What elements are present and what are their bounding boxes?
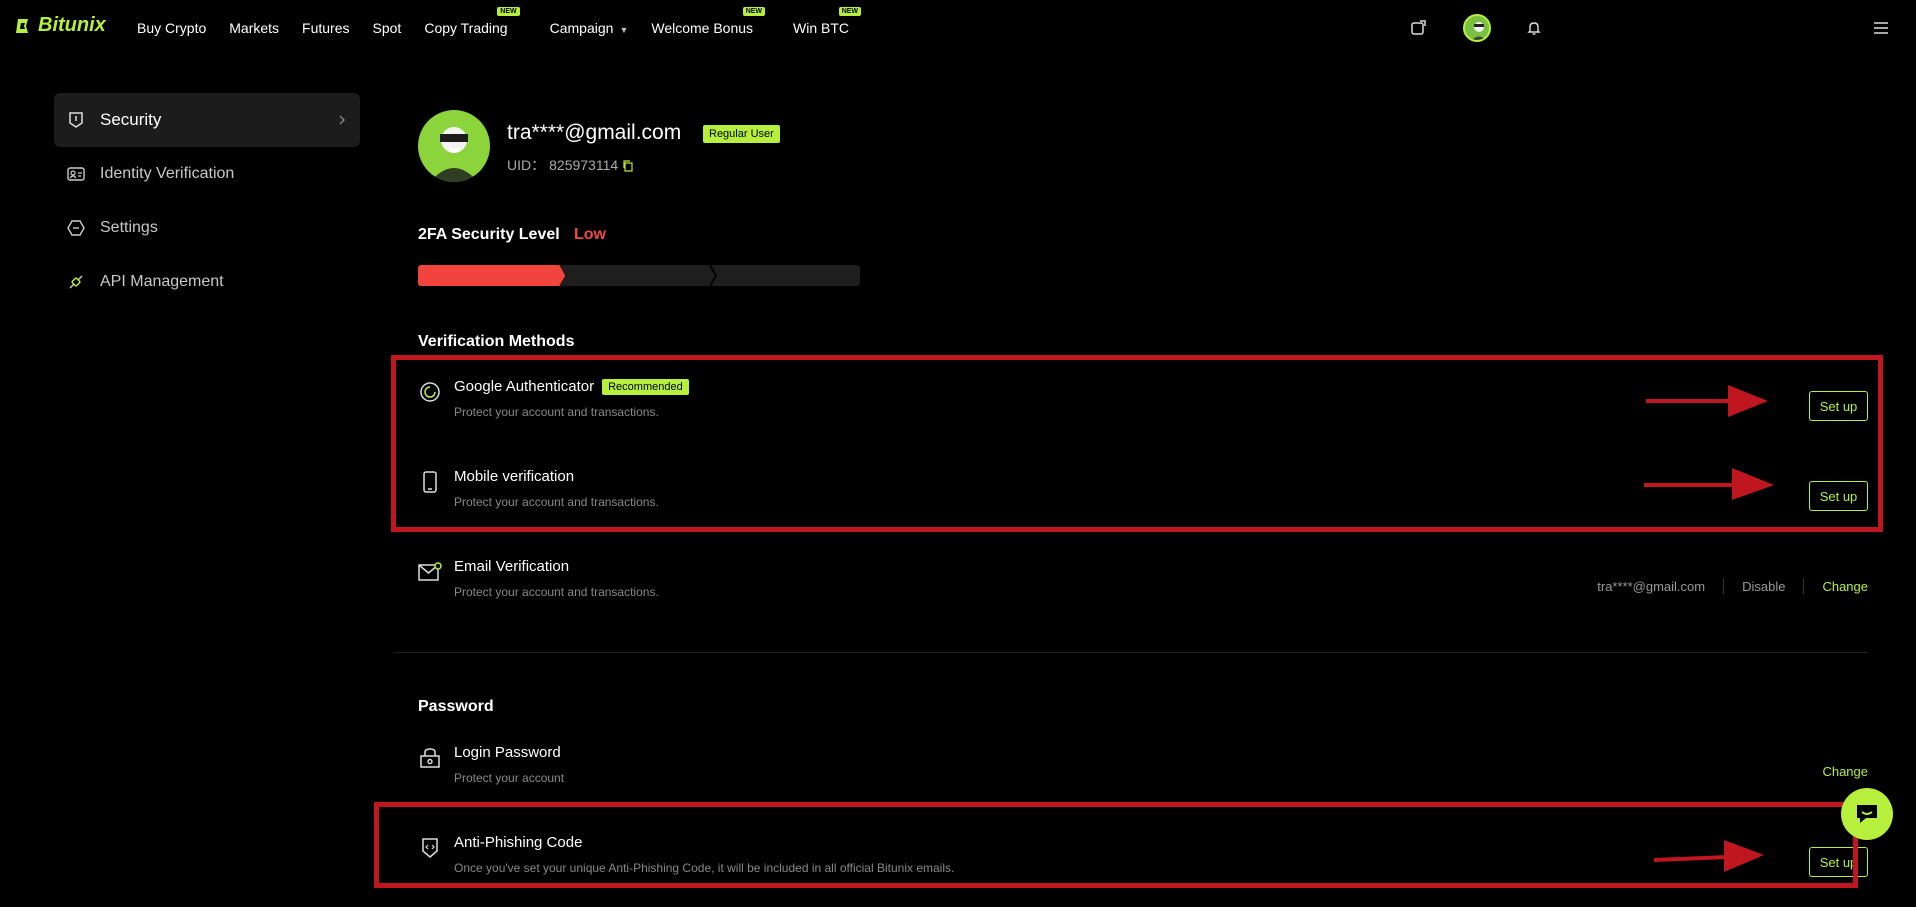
anti-phishing-icon [418, 836, 442, 860]
id-card-icon [66, 164, 86, 184]
mobile-verification-title: Mobile verification [454, 468, 575, 485]
sidebar-item-settings[interactable]: Settings [54, 201, 360, 255]
sidebar-item-security[interactable]: Security [54, 93, 360, 147]
security-level-title: 2FA Security Level [418, 226, 560, 243]
row-title-text: Google Authenticator [454, 378, 595, 395]
login-password-row: Login Password Protect your account Chan… [418, 740, 1868, 800]
mobile-verification-setup-button[interactable]: Set up [1809, 481, 1868, 511]
anti-phishing-title: Anti-Phishing Code [454, 834, 583, 851]
divider [1803, 578, 1805, 594]
sidebar-item-label: Settings [100, 219, 158, 236]
nav-label: Buy Crypto [137, 20, 207, 36]
anti-phishing-desc: Once you've set your unique Anti-Phishin… [454, 861, 955, 875]
user-uid: UID： 825973114 [507, 155, 634, 175]
email-disable-link[interactable]: Disable [1742, 579, 1785, 594]
shield-icon [66, 110, 86, 130]
section-divider [394, 652, 1868, 653]
brand-name: Bitunix [38, 14, 106, 36]
verification-methods-title: Verification Methods [418, 333, 575, 350]
chevron-right-icon [338, 111, 346, 131]
sidebar: Security Identity Verification Settings … [54, 93, 360, 309]
bitunix-logo[interactable]: Bitunix [14, 14, 106, 37]
chat-icon [1857, 805, 1877, 823]
bound-email: tra****@gmail.com [1597, 578, 1706, 594]
email-verification-desc: Protect your account and transactions. [454, 585, 659, 599]
email-icon [418, 560, 442, 584]
email-verification-row: Email Verification Protect your account … [418, 554, 1868, 614]
uid-label: UID： [507, 157, 546, 173]
google-authenticator-title: Google Authenticator Recommended [454, 378, 689, 395]
sidebar-item-label: Identity Verification [100, 165, 235, 182]
uid-value: 825973114 [549, 157, 619, 173]
lock-icon [418, 746, 442, 770]
login-password-desc: Protect your account [454, 771, 565, 785]
nav-buy-crypto[interactable]: Buy Crypto [137, 20, 206, 36]
nav-futures[interactable]: Futures [302, 20, 349, 36]
bitunix-logo-icon [16, 18, 28, 33]
copy-icon[interactable] [622, 159, 634, 172]
user-tier-badge: Regular User [703, 125, 780, 143]
google-authenticator-desc: Protect your account and transactions. [454, 405, 659, 419]
security-level-value: Low [574, 226, 606, 243]
mobile-phone-icon [418, 470, 442, 494]
progress-fill [418, 265, 566, 286]
email-verification-title: Email Verification [454, 558, 570, 575]
user-email: tra****@gmail.com [507, 121, 682, 144]
sidebar-item-label: API Management [100, 273, 224, 290]
profile-avatar [418, 110, 490, 182]
api-icon [66, 272, 86, 292]
progress-separator [709, 265, 717, 286]
email-verification-actions: tra****@gmail.com Disable Change [1597, 578, 1868, 594]
sidebar-item-identity-verification[interactable]: Identity Verification [54, 147, 360, 201]
recommended-badge: Recommended [602, 379, 689, 395]
sidebar-item-label: Security [100, 110, 162, 129]
login-password-title: Login Password [454, 744, 561, 761]
sidebar-item-api-management[interactable]: API Management [54, 255, 360, 309]
nav-markets[interactable]: Markets [229, 20, 279, 36]
google-authenticator-setup-button[interactable]: Set up [1809, 391, 1868, 421]
google-authenticator-icon [418, 380, 442, 404]
nav-label: Markets [229, 20, 280, 36]
password-section-title: Password [418, 698, 494, 715]
security-level-progress [418, 265, 860, 286]
mobile-verification-row: Mobile verification Protect your account… [418, 464, 1868, 524]
email-change-link[interactable]: Change [1822, 579, 1868, 594]
settings-icon [66, 218, 86, 238]
divider [1723, 578, 1725, 594]
security-main-panel: tra****@gmail.com Regular User UID： 8259… [394, 0, 1894, 907]
anti-phishing-setup-button[interactable]: Set up [1809, 847, 1868, 877]
nav-label: Futures [302, 20, 350, 36]
mobile-verification-desc: Protect your account and transactions. [454, 495, 659, 509]
chat-support-button[interactable] [1841, 788, 1893, 840]
login-password-change-link[interactable]: Change [1822, 764, 1868, 779]
google-authenticator-row: Google Authenticator Recommended Protect … [418, 374, 1868, 434]
anti-phishing-row: Anti-Phishing Code Once you've set your … [418, 830, 1868, 890]
